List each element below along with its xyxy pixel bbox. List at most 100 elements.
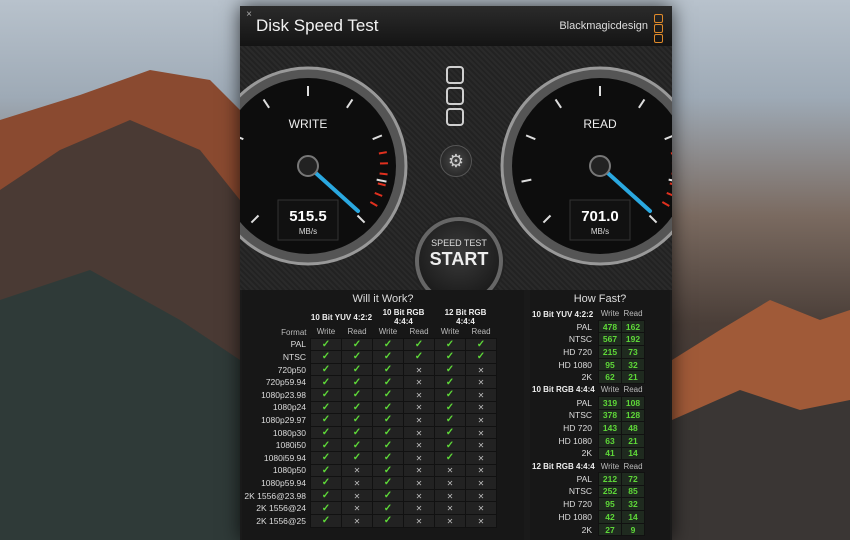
group-header: 12 Bit RGB 4:4:4 <box>444 308 487 326</box>
resolution-label: 2K <box>581 524 592 535</box>
write-fps-value: 27 <box>598 522 622 537</box>
format-label: 1080p29.97 <box>261 414 306 425</box>
table-row: 2K 27 9 <box>530 522 645 537</box>
write-fps-value: 42 <box>598 510 622 524</box>
format-label: 1080i50 <box>275 440 306 451</box>
format-label: 1080p24 <box>272 402 306 413</box>
how-fast-group-header: 12 Bit RGB 4:4:4 <box>532 461 595 471</box>
check-icon: ✓ <box>341 375 373 389</box>
check-icon: ✓ <box>434 350 466 364</box>
how-fast-group-header: 10 Bit RGB 4:4:4 <box>532 385 595 395</box>
table-row: 1080p30 ✓ ✓ ✓ ✕ ✓ ✕ <box>242 425 497 440</box>
check-icon: ✓ <box>403 350 435 364</box>
cross-icon: ✕ <box>341 513 373 528</box>
check-icon: ✓ <box>341 350 373 364</box>
format-label: 1080i59.94 <box>263 452 306 463</box>
read-col-header: Read <box>471 327 491 337</box>
cross-icon: ✕ <box>465 438 497 452</box>
write-fps-value: 143 <box>598 421 622 435</box>
group-header: 10 Bit YUV 4:2:2 <box>310 312 373 322</box>
write-speed-value: 515.5 <box>289 208 327 225</box>
format-label: 2K 1556@25 <box>256 515 306 526</box>
check-icon: ✓ <box>310 337 342 352</box>
cross-icon: ✕ <box>465 501 497 515</box>
write-gauge: WRITE 515.5 MB/s <box>240 66 408 266</box>
check-icon: ✓ <box>372 450 404 465</box>
table-row: HD 720 215 73 <box>530 345 645 359</box>
cross-icon: ✕ <box>465 463 497 478</box>
check-icon: ✓ <box>310 375 342 389</box>
cross-icon: ✕ <box>403 463 435 478</box>
write-col-header: Write <box>316 327 336 337</box>
settings-gear-icon[interactable]: ⚙ <box>440 145 472 177</box>
read-gauge-label: READ <box>583 117 617 131</box>
blackmagic-center-logo-icon <box>446 66 466 129</box>
format-label: 1080p23.98 <box>261 389 306 400</box>
write-gauge-label: WRITE <box>289 117 328 131</box>
cross-icon: ✕ <box>465 513 497 528</box>
close-button[interactable]: × <box>244 10 254 20</box>
read-gauge: READ 701.0 MB/s <box>500 66 672 266</box>
title-bar[interactable]: × Disk Speed Test Blackmagicdesign <box>240 6 672 46</box>
check-icon: ✓ <box>341 400 373 415</box>
check-icon: ✓ <box>341 450 373 465</box>
check-icon: ✓ <box>310 476 342 490</box>
cross-icon: ✕ <box>403 400 435 415</box>
format-label: 1080p59.94 <box>261 477 306 488</box>
table-row: HD 1080 95 32 <box>530 357 645 372</box>
cross-icon: ✕ <box>403 476 435 490</box>
check-icon: ✓ <box>434 337 466 352</box>
cross-icon: ✕ <box>434 476 466 490</box>
check-icon: ✓ <box>465 350 497 364</box>
cross-icon: ✕ <box>403 387 435 402</box>
read-fps-value: 85 <box>621 484 645 499</box>
start-button-label: START <box>429 249 489 269</box>
disk-speed-test-window: × Disk Speed Test Blackmagicdesign WRITE… <box>240 6 672 540</box>
read-fps-value: 73 <box>621 345 645 359</box>
cross-icon: ✕ <box>341 463 373 478</box>
check-icon: ✓ <box>372 425 404 440</box>
cross-icon: ✕ <box>341 488 373 503</box>
format-label: PAL <box>290 339 306 350</box>
check-icon: ✓ <box>372 413 404 427</box>
check-icon: ✓ <box>341 425 373 440</box>
read-fps-value: 128 <box>621 408 645 423</box>
write-fps-value: 215 <box>598 345 622 359</box>
write-fps-value: 95 <box>598 357 622 372</box>
resolution-label: NTSC <box>568 410 592 421</box>
cross-icon: ✕ <box>403 413 435 427</box>
cross-icon: ✕ <box>403 501 435 515</box>
format-header: Format <box>281 327 307 337</box>
write-fps-value: 378 <box>598 408 622 423</box>
how-fast-col-header: Write <box>600 309 620 319</box>
check-icon: ✓ <box>372 337 404 352</box>
read-fps-value: 192 <box>621 332 645 347</box>
read-col-header: Read <box>409 327 429 337</box>
blackmagic-logo-icon <box>654 14 664 44</box>
cross-icon: ✕ <box>465 387 497 402</box>
resolution-label: HD 720 <box>563 346 592 357</box>
cross-icon: ✕ <box>403 513 435 528</box>
resolution-label: NTSC <box>568 486 592 497</box>
write-fps-value: 567 <box>598 332 622 347</box>
resolution-label: NTSC <box>568 334 592 345</box>
how-fast-col-header: Write <box>600 461 620 471</box>
read-fps-value: 14 <box>621 446 645 461</box>
check-icon: ✓ <box>434 438 466 452</box>
check-icon: ✓ <box>434 425 466 440</box>
table-row: PAL 319 108 <box>530 395 645 410</box>
check-icon: ✓ <box>341 362 373 377</box>
table-row: 2K 1556@24 ✓ ✕ ✓ ✕ ✕ ✕ <box>242 501 497 515</box>
resolution-label: PAL <box>576 397 592 408</box>
resolution-label: 2K <box>581 448 592 459</box>
check-icon: ✓ <box>434 387 466 402</box>
table-row: 2K 41 14 <box>530 446 645 461</box>
cross-icon: ✕ <box>341 476 373 490</box>
will-it-work-table: 10 Bit YUV 4:2:2 10 Bit RGB 4:4:4 12 Bit… <box>242 308 497 528</box>
table-row: 720p50 ✓ ✓ ✓ ✕ ✓ ✕ <box>242 362 497 377</box>
check-icon: ✓ <box>310 387 342 402</box>
table-row: 2K 1556@25 ✓ ✕ ✓ ✕ ✕ ✕ <box>242 513 497 528</box>
table-row: 1080p59.94 ✓ ✕ ✓ ✕ ✕ ✕ <box>242 476 497 490</box>
write-fps-value: 41 <box>598 446 622 461</box>
cross-icon: ✕ <box>434 501 466 515</box>
